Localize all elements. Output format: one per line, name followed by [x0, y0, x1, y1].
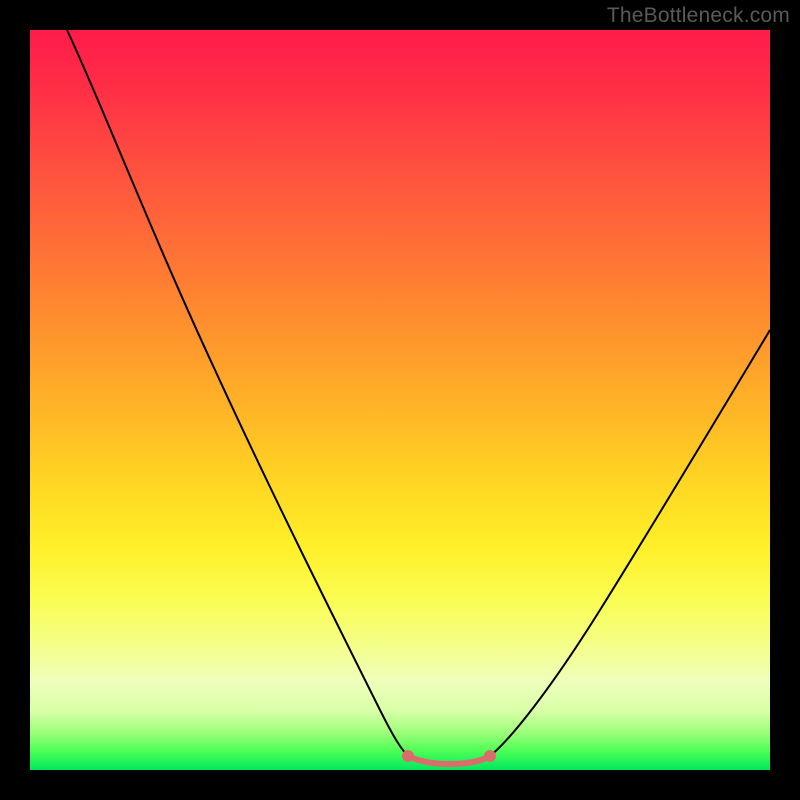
- left-curve: [67, 30, 408, 756]
- chart-frame: TheBottleneck.com: [0, 0, 800, 800]
- plot-area: [30, 30, 770, 770]
- valley-flat: [408, 756, 490, 764]
- watermark-text: TheBottleneck.com: [607, 4, 790, 28]
- right-curve: [490, 330, 770, 756]
- valley-marker-right: [484, 750, 496, 762]
- valley-marker-left: [402, 750, 414, 762]
- curve-overlay: [30, 30, 770, 770]
